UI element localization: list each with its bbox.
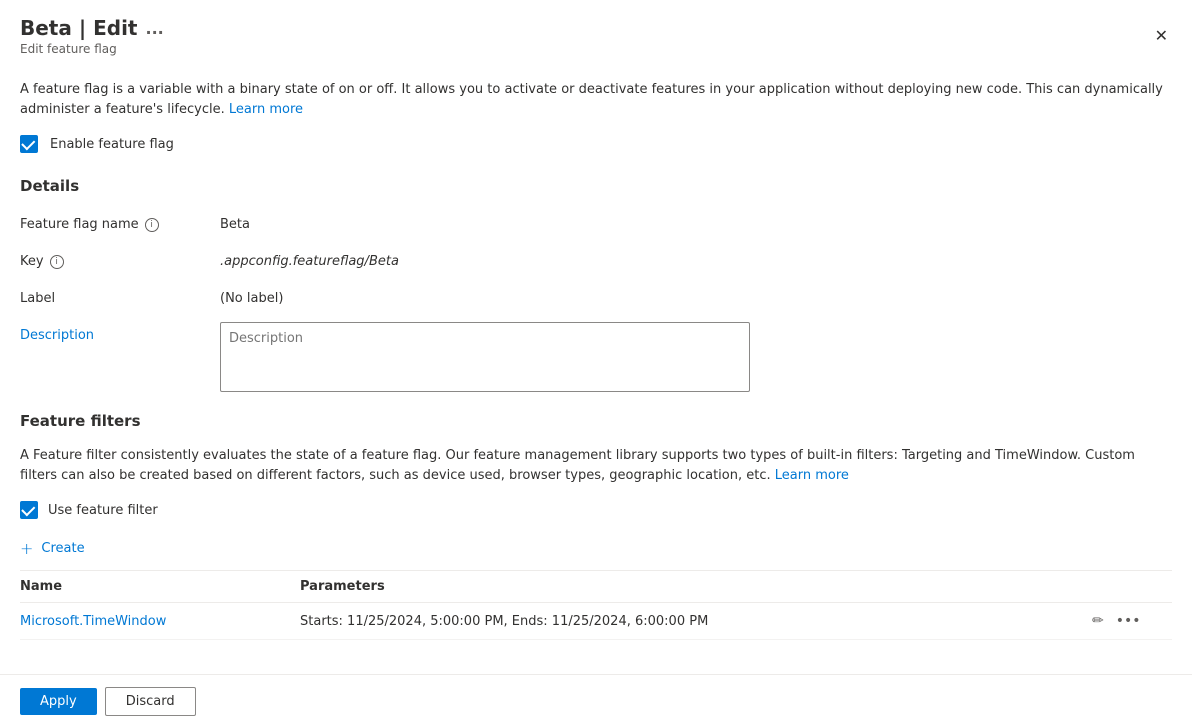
close-button[interactable]: ✕: [1151, 22, 1172, 50]
description-input-wrapper: [220, 322, 1172, 396]
feature-flag-name-value: Beta: [220, 211, 1172, 232]
col-header-name: Name: [20, 579, 300, 594]
create-filter-label[interactable]: Create: [41, 541, 84, 556]
description-input[interactable]: [220, 322, 750, 392]
intro-text: A feature flag is a variable with a bina…: [20, 80, 1172, 119]
intro-learn-more-link[interactable]: Learn more: [229, 102, 303, 117]
enable-feature-flag-checkbox[interactable]: [20, 135, 38, 153]
feature-flag-name-info-icon[interactable]: i: [145, 218, 159, 232]
description-label: Description: [20, 322, 220, 343]
feature-filters-section: Feature filters A Feature filter consist…: [20, 412, 1172, 640]
more-options-icon[interactable]: •••: [1116, 613, 1141, 629]
use-filter-checkbox[interactable]: [20, 501, 38, 519]
discard-button[interactable]: Discard: [105, 687, 196, 716]
description-row: Description: [20, 322, 1172, 396]
key-row: Key i .appconfig.featureflag/Beta: [20, 248, 1172, 269]
panel-title-text: Beta | Edit: [20, 16, 138, 40]
use-filter-row: Use feature filter: [20, 501, 1172, 519]
edit-panel: Beta | Edit ... Edit feature flag ✕ A fe…: [0, 0, 1192, 728]
feature-flag-name-label: Feature flag name i: [20, 211, 220, 232]
col-header-actions: [1092, 579, 1172, 594]
table-row: Microsoft.TimeWindow Starts: 11/25/2024,…: [20, 603, 1172, 640]
label-label: Label: [20, 285, 220, 306]
panel-title: Beta | Edit ...: [20, 16, 164, 40]
filters-learn-more-link[interactable]: Learn more: [775, 468, 849, 483]
key-label: Key i: [20, 248, 220, 269]
label-row: Label (No label): [20, 285, 1172, 306]
panel-body: A feature flag is a variable with a bina…: [0, 64, 1192, 674]
create-filter-row[interactable]: + Create: [20, 539, 1172, 558]
filters-info-text: A Feature filter consistently evaluates …: [20, 446, 1172, 485]
edit-filter-icon[interactable]: ✏: [1092, 613, 1104, 629]
filters-table-header: Name Parameters: [20, 571, 1172, 603]
enable-feature-flag-row: Enable feature flag: [20, 135, 1172, 153]
create-plus-icon: +: [20, 539, 33, 558]
key-value: .appconfig.featureflag/Beta: [220, 248, 1172, 269]
enable-feature-flag-label: Enable feature flag: [50, 137, 174, 152]
feature-flag-name-row: Feature flag name i Beta: [20, 211, 1172, 232]
apply-button[interactable]: Apply: [20, 688, 97, 715]
filter-actions-cell: ✏ •••: [1092, 613, 1172, 629]
panel-ellipsis[interactable]: ...: [146, 19, 164, 38]
use-filter-label: Use feature filter: [48, 503, 158, 518]
filter-params-cell: Starts: 11/25/2024, 5:00:00 PM, Ends: 11…: [300, 614, 1092, 629]
panel-subtitle: Edit feature flag: [20, 42, 164, 56]
panel-header: Beta | Edit ... Edit feature flag ✕: [0, 0, 1192, 64]
details-section-title: Details: [20, 177, 1172, 195]
panel-footer: Apply Discard: [0, 674, 1192, 728]
col-header-parameters: Parameters: [300, 579, 1092, 594]
details-form: Feature flag name i Beta Key i .appconfi…: [20, 211, 1172, 396]
feature-filters-title: Feature filters: [20, 412, 1172, 430]
filters-table-body: Microsoft.TimeWindow Starts: 11/25/2024,…: [20, 603, 1172, 640]
key-info-icon[interactable]: i: [50, 255, 64, 269]
label-value: (No label): [220, 285, 1172, 306]
filter-name-cell: Microsoft.TimeWindow: [20, 614, 300, 629]
